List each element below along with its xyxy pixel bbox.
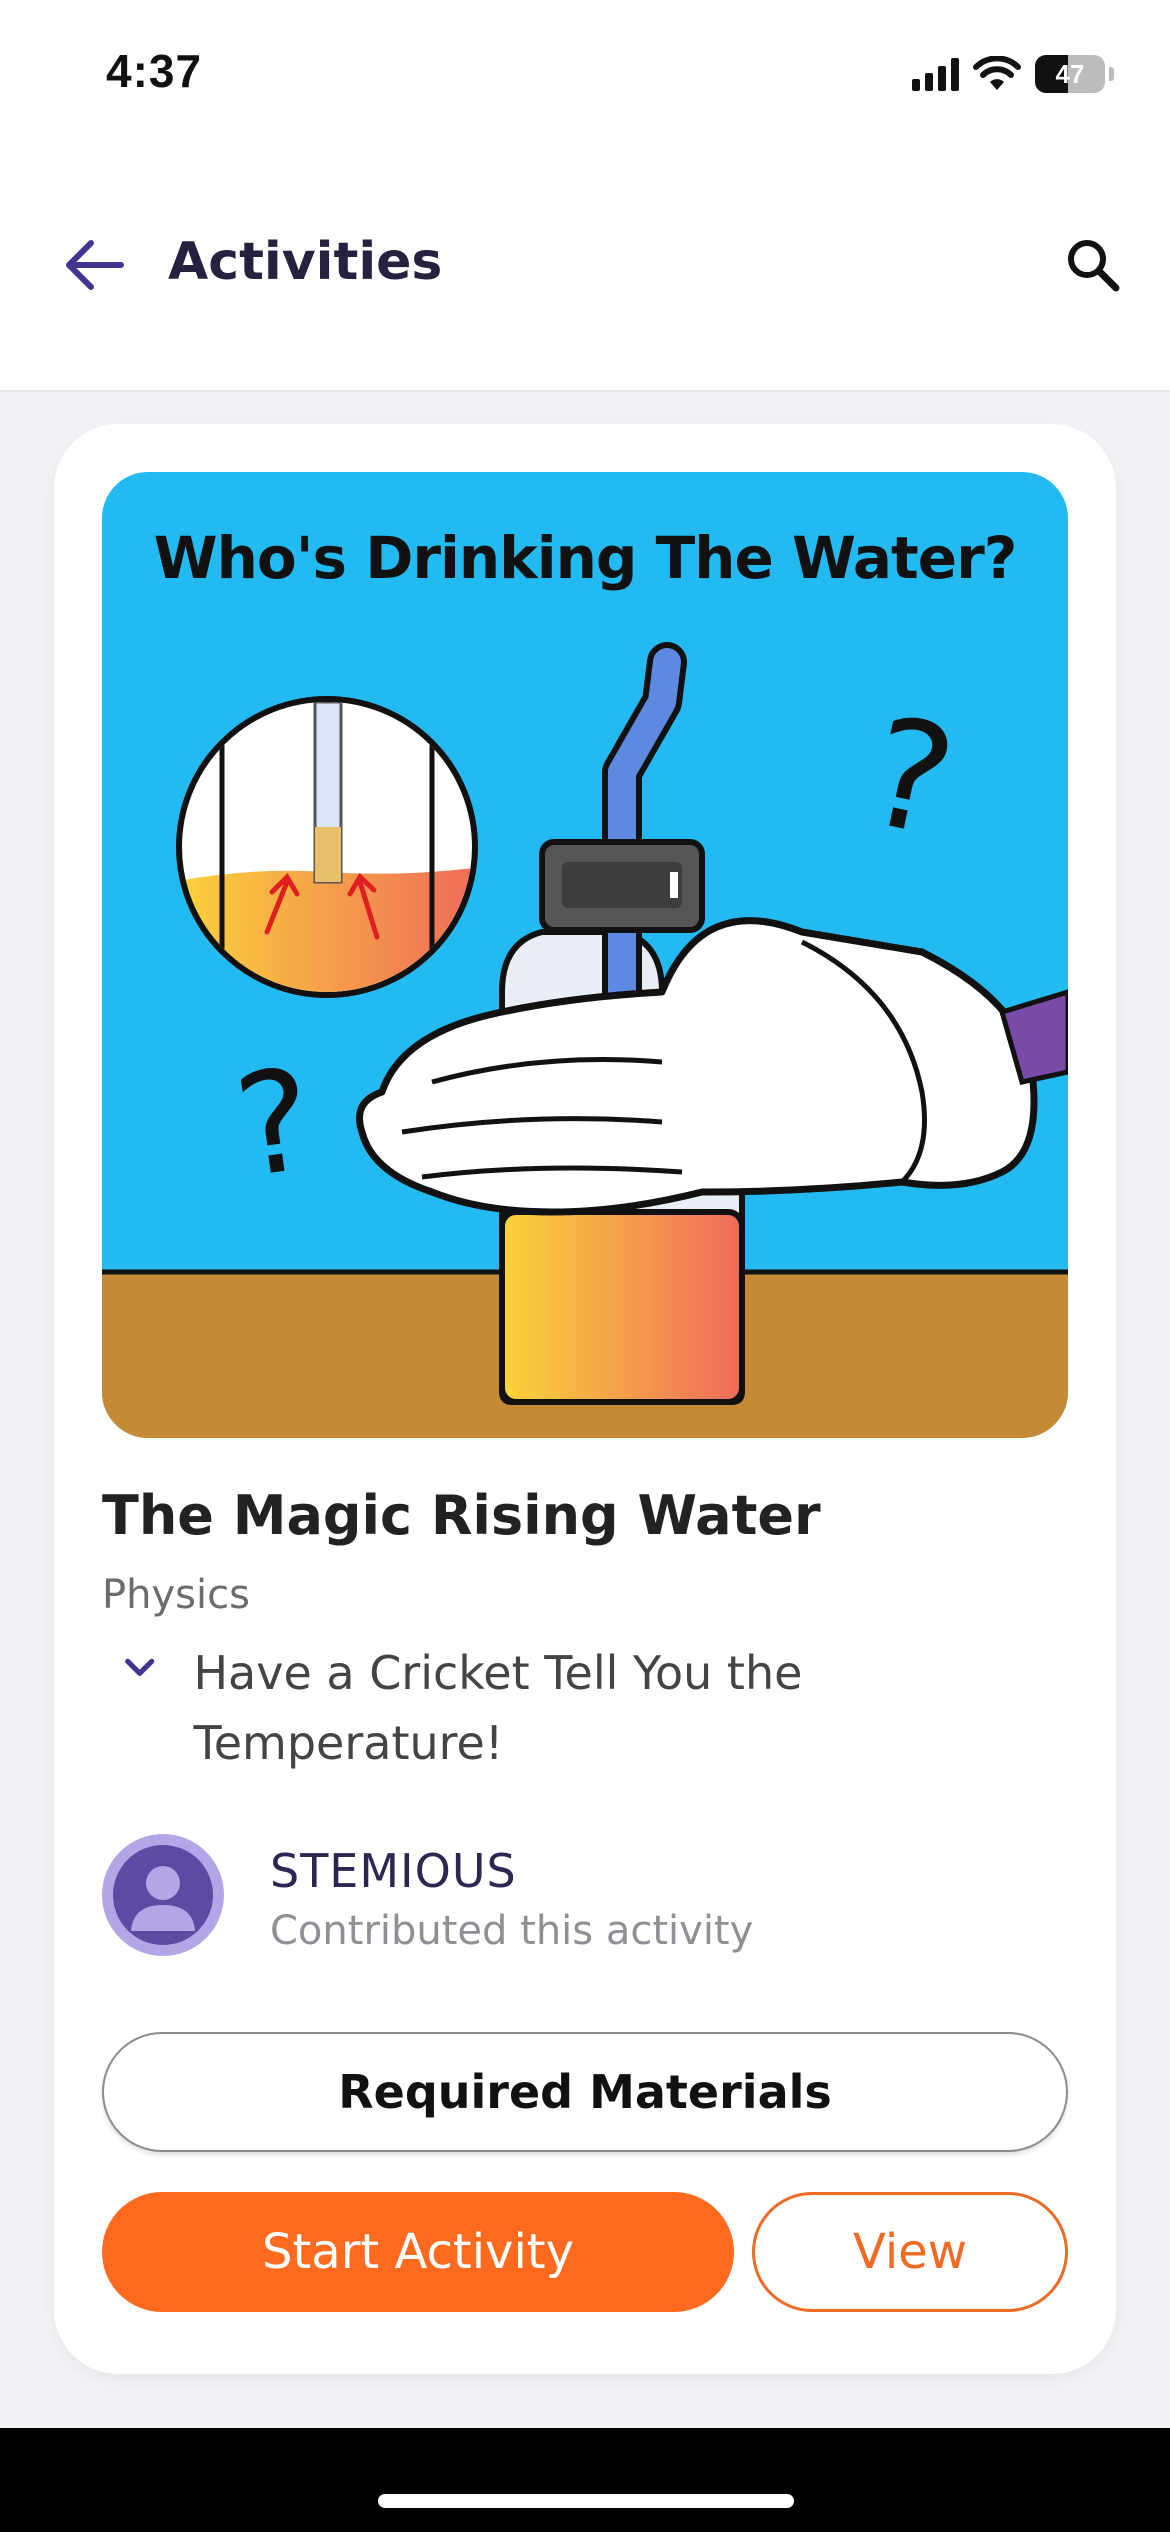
home-bar-area xyxy=(0,2428,1170,2532)
battery-level: 47 xyxy=(1055,59,1085,89)
status-bar: 4:37 47 xyxy=(0,0,1170,150)
avatar xyxy=(102,1834,224,1956)
status-icons: 47 xyxy=(912,52,1114,96)
view-button[interactable]: View xyxy=(752,2192,1068,2312)
chevron-down-icon[interactable] xyxy=(114,1644,165,1694)
home-indicator[interactable] xyxy=(378,2494,794,2508)
activity-subject: Physics xyxy=(102,1572,250,1618)
page-title: Activities xyxy=(168,232,443,292)
wifi-icon xyxy=(973,56,1021,90)
description-toggle[interactable]: Have a Cricket Tell You the Temperature! xyxy=(114,1638,994,1778)
hero-illustration: ? ? xyxy=(102,642,1068,1438)
user-icon xyxy=(131,1866,195,1931)
activity-card[interactable]: ? ? Who's Drinking The Water? The Magic … xyxy=(54,424,1116,2374)
battery-icon: 47 xyxy=(1035,55,1105,93)
svg-text:?: ? xyxy=(226,1038,322,1210)
status-time: 4:37 xyxy=(106,45,203,97)
search-button[interactable] xyxy=(1058,230,1128,300)
contributor-caption: Contributed this activity xyxy=(270,1908,754,1954)
contributor: STEMIOUS Contributed this activity xyxy=(102,1834,1002,1958)
contributor-name: STEMIOUS xyxy=(270,1844,517,1898)
back-button[interactable] xyxy=(58,230,128,300)
signal-icon xyxy=(912,57,959,91)
required-materials-button[interactable]: Required Materials xyxy=(102,2032,1068,2152)
svg-text:?: ? xyxy=(854,685,968,872)
image-caption: Who's Drinking The Water? xyxy=(153,524,1018,592)
activity-image[interactable]: ? ? Who's Drinking The Water? xyxy=(102,472,1068,1438)
start-activity-button[interactable]: Start Activity xyxy=(102,2192,734,2312)
activity-description: Have a Cricket Tell You the Temperature! xyxy=(193,1646,803,1770)
search-icon xyxy=(1068,240,1120,292)
back-arrow-icon xyxy=(66,240,124,290)
activity-title: The Magic Rising Water xyxy=(102,1484,821,1547)
app-header: Activities xyxy=(0,150,1170,392)
